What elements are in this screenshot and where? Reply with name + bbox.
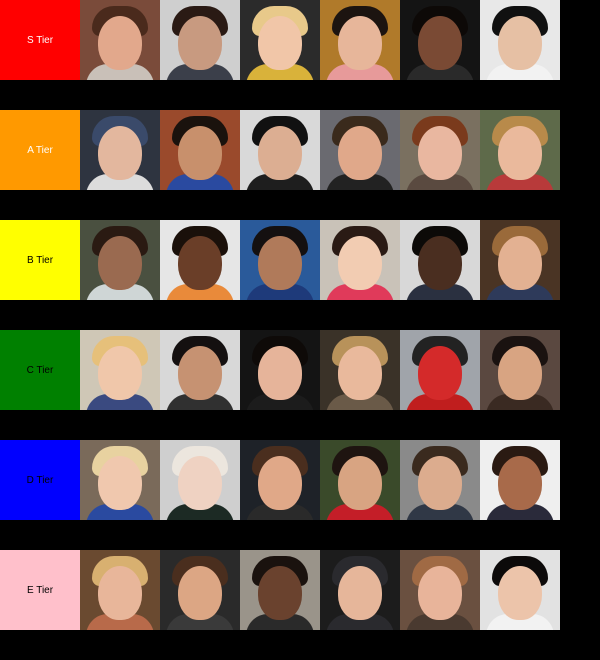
tier-item-thumbnail[interactable] [160,330,240,410]
portrait-face [338,126,382,181]
tier-item-thumbnail[interactable] [160,220,240,300]
tier-item-thumbnail[interactable] [80,0,160,80]
tier-items-e [80,550,560,630]
tier-row-a: A Tier [0,110,560,190]
tier-item-thumbnail[interactable] [320,330,400,410]
tier-item-thumbnail[interactable] [160,110,240,190]
tier-item-thumbnail[interactable] [400,330,480,410]
tier-item-thumbnail[interactable] [160,550,240,630]
tier-item-thumbnail[interactable] [160,440,240,520]
tier-items-d [80,440,560,520]
portrait-face [178,16,222,71]
tier-item-thumbnail[interactable] [480,110,560,190]
tier-item-thumbnail[interactable] [80,220,160,300]
tier-item-thumbnail[interactable] [480,440,560,520]
tier-item-thumbnail[interactable] [80,110,160,190]
tier-label-d[interactable]: D Tier [0,440,80,520]
tier-item-thumbnail[interactable] [480,220,560,300]
tier-item-thumbnail[interactable] [160,0,240,80]
portrait-face [258,126,302,181]
tier-item-thumbnail[interactable] [240,440,320,520]
portrait-face [338,456,382,511]
tier-item-thumbnail[interactable] [240,550,320,630]
tier-item-thumbnail[interactable] [320,110,400,190]
tier-item-thumbnail[interactable] [80,330,160,410]
portrait-face [498,566,542,621]
portrait-face [258,346,302,401]
tier-item-thumbnail[interactable] [80,550,160,630]
tier-item-thumbnail[interactable] [480,330,560,410]
tier-label-b[interactable]: B Tier [0,220,80,300]
tier-item-thumbnail[interactable] [400,0,480,80]
portrait-face [258,566,302,621]
tier-row-e: E Tier [0,550,560,630]
tier-item-thumbnail[interactable] [240,220,320,300]
portrait-face [258,236,302,291]
portrait-face [98,456,142,511]
tier-item-thumbnail[interactable] [320,440,400,520]
portrait-face [338,236,382,291]
portrait-face [258,456,302,511]
tier-items-s [80,0,560,80]
tier-item-thumbnail[interactable] [80,440,160,520]
portrait-face [178,456,222,511]
tier-label-e[interactable]: E Tier [0,550,80,630]
portrait-face [418,236,462,291]
portrait-face [418,16,462,71]
portrait-face [98,16,142,71]
tier-item-thumbnail[interactable] [400,220,480,300]
tier-row-c: C Tier [0,330,560,410]
portrait-face [178,126,222,181]
tier-item-thumbnail[interactable] [240,110,320,190]
portrait-face [98,126,142,181]
portrait-face [418,346,462,401]
portrait-face [98,566,142,621]
portrait-face [498,346,542,401]
tier-item-thumbnail[interactable] [400,440,480,520]
portrait-face [418,566,462,621]
portrait-face [418,456,462,511]
tier-items-a [80,110,560,190]
tier-row-s: S Tier [0,0,560,80]
tier-item-thumbnail[interactable] [400,550,480,630]
portrait-face [178,346,222,401]
portrait-face [98,346,142,401]
tier-list: S Tier A Tier B Tier C Tier D Tier E Tie… [0,0,600,660]
portrait-face [498,126,542,181]
tier-item-thumbnail[interactable] [480,550,560,630]
tier-item-thumbnail[interactable] [480,0,560,80]
portrait-face [338,16,382,71]
portrait-face [178,236,222,291]
tier-item-thumbnail[interactable] [320,550,400,630]
portrait-face [418,126,462,181]
tier-item-thumbnail[interactable] [400,110,480,190]
tier-item-thumbnail[interactable] [240,330,320,410]
portrait-face [178,566,222,621]
portrait-face [338,346,382,401]
tier-item-thumbnail[interactable] [240,0,320,80]
tier-item-thumbnail[interactable] [320,0,400,80]
tier-label-s[interactable]: S Tier [0,0,80,80]
portrait-face [498,16,542,71]
tier-items-b [80,220,560,300]
portrait-face [498,236,542,291]
tier-items-c [80,330,560,410]
tier-label-a[interactable]: A Tier [0,110,80,190]
tier-row-d: D Tier [0,440,560,520]
tier-label-c[interactable]: C Tier [0,330,80,410]
portrait-face [498,456,542,511]
portrait-face [258,16,302,71]
portrait-face [98,236,142,291]
tier-row-b: B Tier [0,220,560,300]
tier-item-thumbnail[interactable] [320,220,400,300]
portrait-face [338,566,382,621]
